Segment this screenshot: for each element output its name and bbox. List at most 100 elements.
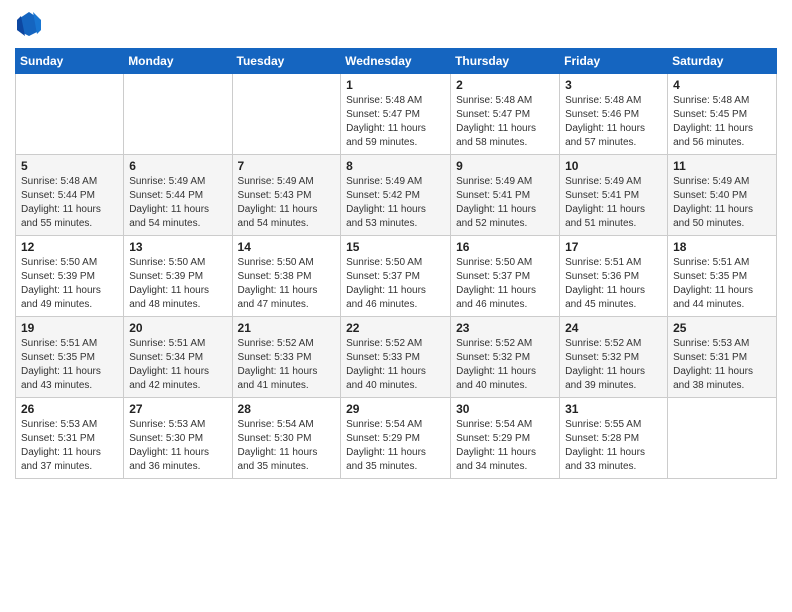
day-number: 15 <box>346 240 445 254</box>
day-info: Sunrise: 5:50 AM Sunset: 5:37 PM Dayligh… <box>456 256 554 312</box>
header <box>15 10 777 38</box>
page: SundayMondayTuesdayWednesdayThursdayFrid… <box>0 0 792 612</box>
day-number: 29 <box>346 402 445 416</box>
weekday-sunday: Sunday <box>16 49 124 74</box>
day-info: Sunrise: 5:49 AM Sunset: 5:41 PM Dayligh… <box>456 175 554 231</box>
week-row-3: 12 Sunrise: 5:50 AM Sunset: 5:39 PM Dayli… <box>16 236 777 317</box>
day-number: 11 <box>673 159 771 173</box>
day-cell: 8 Sunrise: 5:49 AM Sunset: 5:42 PM Daylig… <box>341 155 451 236</box>
day-cell: 16Sunrise: 5:50 AM Sunset: 5:37 PM Dayli… <box>451 236 560 317</box>
day-cell: 13 Sunrise: 5:50 AM Sunset: 5:39 PM Dayli… <box>124 236 232 317</box>
day-info: Sunrise: 5:52 AM Sunset: 5:32 PM Dayligh… <box>565 337 662 393</box>
day-info: Sunrise: 5:49 AM Sunset: 5:41 PM Dayligh… <box>565 175 662 231</box>
day-cell: 26 Sunrise: 5:53 AM Sunset: 5:31 PM Dayli… <box>16 398 124 479</box>
day-info: Sunrise: 5:51 AM Sunset: 5:35 PM Dayligh… <box>673 256 771 312</box>
day-number: 8 <box>346 159 445 173</box>
day-number: 31 <box>565 402 662 416</box>
week-row-5: 26 Sunrise: 5:53 AM Sunset: 5:31 PM Dayli… <box>16 398 777 479</box>
day-number: 4 <box>673 78 771 92</box>
day-number: 26 <box>21 402 118 416</box>
weekday-tuesday: Tuesday <box>232 49 341 74</box>
day-info: Sunrise: 5:50 AM Sunset: 5:38 PM Dayligh… <box>238 256 336 312</box>
day-number: 23 <box>456 321 554 335</box>
day-info: Sunrise: 5:54 AM Sunset: 5:29 PM Dayligh… <box>456 418 554 474</box>
day-cell: 3Sunrise: 5:48 AM Sunset: 5:46 PM Daylig… <box>560 74 668 155</box>
weekday-friday: Friday <box>560 49 668 74</box>
week-row-4: 19Sunrise: 5:51 AM Sunset: 5:35 PM Dayli… <box>16 317 777 398</box>
day-cell: 24Sunrise: 5:52 AM Sunset: 5:32 PM Dayli… <box>560 317 668 398</box>
weekday-header-row: SundayMondayTuesdayWednesdayThursdayFrid… <box>16 49 777 74</box>
day-cell: 2 Sunrise: 5:48 AM Sunset: 5:47 PM Daylig… <box>451 74 560 155</box>
day-info: Sunrise: 5:48 AM Sunset: 5:47 PM Dayligh… <box>346 94 445 150</box>
day-info: Sunrise: 5:49 AM Sunset: 5:44 PM Dayligh… <box>129 175 226 231</box>
weekday-thursday: Thursday <box>451 49 560 74</box>
weekday-monday: Monday <box>124 49 232 74</box>
day-info: Sunrise: 5:49 AM Sunset: 5:40 PM Dayligh… <box>673 175 771 231</box>
day-cell: 5 Sunrise: 5:48 AM Sunset: 5:44 PM Daylig… <box>16 155 124 236</box>
day-cell: 14Sunrise: 5:50 AM Sunset: 5:38 PM Dayli… <box>232 236 341 317</box>
week-row-1: 1 Sunrise: 5:48 AM Sunset: 5:47 PM Daylig… <box>16 74 777 155</box>
day-number: 30 <box>456 402 554 416</box>
day-cell: 9 Sunrise: 5:49 AM Sunset: 5:41 PM Daylig… <box>451 155 560 236</box>
day-cell: 25Sunrise: 5:53 AM Sunset: 5:31 PM Dayli… <box>668 317 777 398</box>
day-number: 1 <box>346 78 445 92</box>
day-info: Sunrise: 5:54 AM Sunset: 5:29 PM Dayligh… <box>346 418 445 474</box>
day-info: Sunrise: 5:48 AM Sunset: 5:45 PM Dayligh… <box>673 94 771 150</box>
day-cell: 21 Sunrise: 5:52 AM Sunset: 5:33 PM Dayli… <box>232 317 341 398</box>
day-number: 17 <box>565 240 662 254</box>
day-cell: 7Sunrise: 5:49 AM Sunset: 5:43 PM Daylig… <box>232 155 341 236</box>
day-cell: 17Sunrise: 5:51 AM Sunset: 5:36 PM Dayli… <box>560 236 668 317</box>
day-info: Sunrise: 5:52 AM Sunset: 5:32 PM Dayligh… <box>456 337 554 393</box>
day-info: Sunrise: 5:55 AM Sunset: 5:28 PM Dayligh… <box>565 418 662 474</box>
day-number: 2 <box>456 78 554 92</box>
day-cell: 11 Sunrise: 5:49 AM Sunset: 5:40 PM Dayli… <box>668 155 777 236</box>
day-number: 3 <box>565 78 662 92</box>
day-info: Sunrise: 5:50 AM Sunset: 5:37 PM Dayligh… <box>346 256 445 312</box>
day-cell: 19Sunrise: 5:51 AM Sunset: 5:35 PM Dayli… <box>16 317 124 398</box>
day-number: 20 <box>129 321 226 335</box>
day-cell: 12 Sunrise: 5:50 AM Sunset: 5:39 PM Dayli… <box>16 236 124 317</box>
day-info: Sunrise: 5:50 AM Sunset: 5:39 PM Dayligh… <box>129 256 226 312</box>
day-cell: 1 Sunrise: 5:48 AM Sunset: 5:47 PM Daylig… <box>341 74 451 155</box>
day-info: Sunrise: 5:48 AM Sunset: 5:44 PM Dayligh… <box>21 175 118 231</box>
day-cell: 4 Sunrise: 5:48 AM Sunset: 5:45 PM Daylig… <box>668 74 777 155</box>
day-number: 28 <box>238 402 336 416</box>
day-cell: 28 Sunrise: 5:54 AM Sunset: 5:30 PM Dayli… <box>232 398 341 479</box>
day-number: 22 <box>346 321 445 335</box>
day-cell <box>124 74 232 155</box>
weekday-saturday: Saturday <box>668 49 777 74</box>
day-cell: 10 Sunrise: 5:49 AM Sunset: 5:41 PM Dayli… <box>560 155 668 236</box>
day-number: 5 <box>21 159 118 173</box>
day-info: Sunrise: 5:50 AM Sunset: 5:39 PM Dayligh… <box>21 256 118 312</box>
day-number: 19 <box>21 321 118 335</box>
weekday-wednesday: Wednesday <box>341 49 451 74</box>
day-info: Sunrise: 5:49 AM Sunset: 5:42 PM Dayligh… <box>346 175 445 231</box>
day-number: 21 <box>238 321 336 335</box>
day-cell: 23 Sunrise: 5:52 AM Sunset: 5:32 PM Dayli… <box>451 317 560 398</box>
day-number: 25 <box>673 321 771 335</box>
day-cell: 18 Sunrise: 5:51 AM Sunset: 5:35 PM Dayli… <box>668 236 777 317</box>
day-number: 13 <box>129 240 226 254</box>
day-cell: 20Sunrise: 5:51 AM Sunset: 5:34 PM Dayli… <box>124 317 232 398</box>
day-info: Sunrise: 5:52 AM Sunset: 5:33 PM Dayligh… <box>346 337 445 393</box>
day-cell: 29 Sunrise: 5:54 AM Sunset: 5:29 PM Dayli… <box>341 398 451 479</box>
day-info: Sunrise: 5:52 AM Sunset: 5:33 PM Dayligh… <box>238 337 336 393</box>
day-cell: 15 Sunrise: 5:50 AM Sunset: 5:37 PM Dayli… <box>341 236 451 317</box>
day-cell <box>668 398 777 479</box>
logo <box>15 10 47 38</box>
day-info: Sunrise: 5:49 AM Sunset: 5:43 PM Dayligh… <box>238 175 336 231</box>
day-number: 18 <box>673 240 771 254</box>
day-number: 10 <box>565 159 662 173</box>
day-cell: 6Sunrise: 5:49 AM Sunset: 5:44 PM Daylig… <box>124 155 232 236</box>
day-info: Sunrise: 5:53 AM Sunset: 5:30 PM Dayligh… <box>129 418 226 474</box>
day-cell: 30 Sunrise: 5:54 AM Sunset: 5:29 PM Dayli… <box>451 398 560 479</box>
day-number: 9 <box>456 159 554 173</box>
day-number: 12 <box>21 240 118 254</box>
day-info: Sunrise: 5:54 AM Sunset: 5:30 PM Dayligh… <box>238 418 336 474</box>
day-cell: 22 Sunrise: 5:52 AM Sunset: 5:33 PM Dayli… <box>341 317 451 398</box>
day-info: Sunrise: 5:48 AM Sunset: 5:47 PM Dayligh… <box>456 94 554 150</box>
day-info: Sunrise: 5:53 AM Sunset: 5:31 PM Dayligh… <box>21 418 118 474</box>
week-row-2: 5 Sunrise: 5:48 AM Sunset: 5:44 PM Daylig… <box>16 155 777 236</box>
day-cell: 31 Sunrise: 5:55 AM Sunset: 5:28 PM Dayli… <box>560 398 668 479</box>
day-cell: 27Sunrise: 5:53 AM Sunset: 5:30 PM Dayli… <box>124 398 232 479</box>
